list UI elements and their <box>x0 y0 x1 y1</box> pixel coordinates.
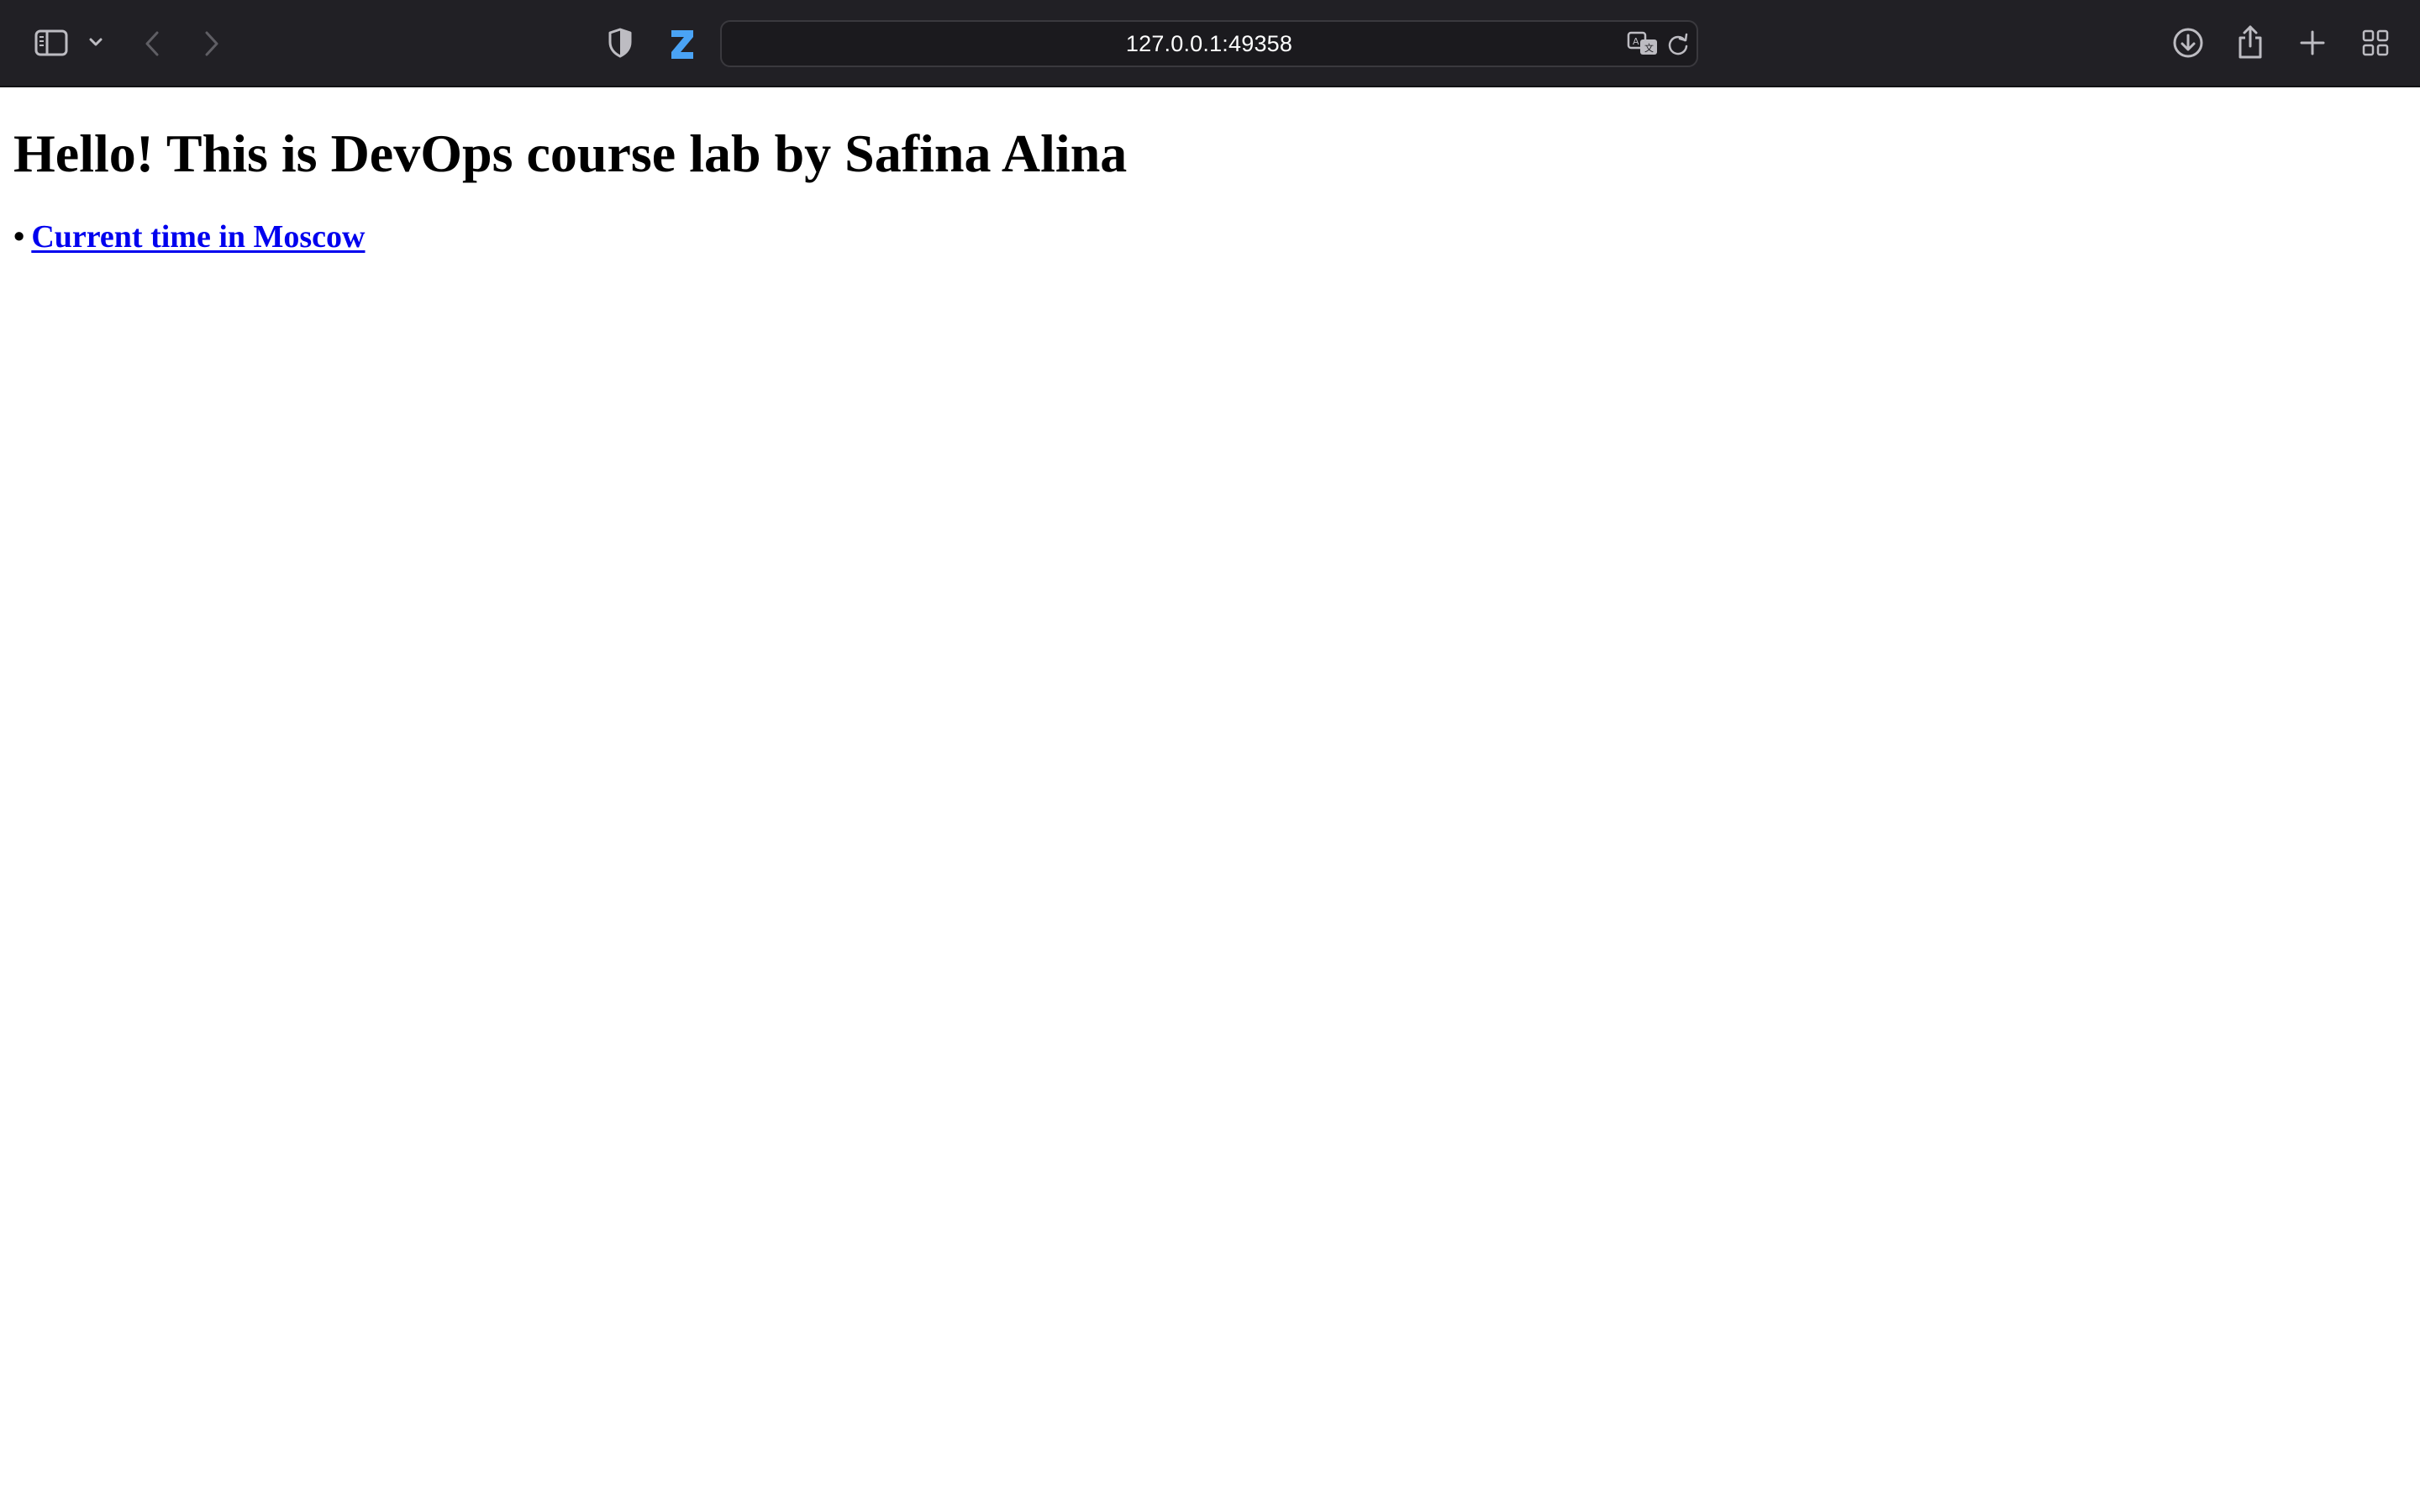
svg-text:A: A <box>1633 36 1639 47</box>
chevron-down-icon[interactable] <box>86 32 106 52</box>
list-item: • Current time in Moscow <box>13 218 365 257</box>
plus-icon[interactable] <box>2297 27 2328 59</box>
moscow-time-link[interactable]: Current time in Moscow <box>31 219 365 255</box>
url-text: 127.0.0.1:49358 <box>1125 30 1293 56</box>
share-icon[interactable] <box>2235 24 2265 60</box>
chevron-left-icon[interactable] <box>139 27 165 60</box>
reload-icon[interactable] <box>1665 30 1691 59</box>
shield-icon[interactable] <box>607 26 634 60</box>
sidebar-icon[interactable] <box>34 27 69 59</box>
page-heading: Hello! This is DevOps course lab by Safi… <box>13 123 1128 183</box>
grid-icon[interactable] <box>2360 27 2391 59</box>
translate-icon[interactable]: A 文 <box>1626 29 1660 59</box>
chevron-right-icon[interactable] <box>199 27 224 60</box>
svg-text:文: 文 <box>1644 42 1654 54</box>
bullet-marker: • <box>13 219 25 255</box>
download-icon[interactable] <box>2171 25 2205 60</box>
z-extension-icon[interactable] <box>668 26 697 61</box>
address-bar[interactable]: 127.0.0.1:49358 A 文 <box>720 20 1698 67</box>
browser-toolbar: 127.0.0.1:49358 A 文 <box>0 0 2420 87</box>
